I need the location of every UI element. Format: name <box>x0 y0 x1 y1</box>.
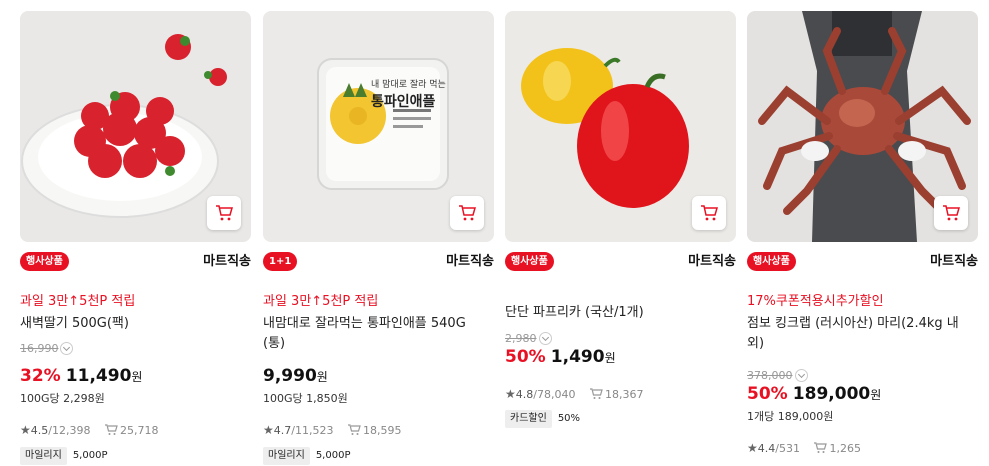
chevron-down-icon[interactable] <box>60 342 73 355</box>
cart-count: 1,265 <box>829 442 861 455</box>
product-name[interactable]: 점보 킹크랩 (러시아산) 마리(2.4kg 내외) <box>747 314 975 354</box>
cart-count: 18,595 <box>362 424 402 437</box>
cart-icon <box>943 205 960 221</box>
sale-price: 1,490 <box>550 347 605 367</box>
unit-price: 1개당 189,000원 <box>747 410 834 423</box>
stats-row: ★4.5/12,398 25,718 <box>20 423 158 438</box>
event-badge: 1+1 <box>263 252 298 271</box>
benefit-chip: 마일리지 <box>263 447 310 465</box>
product-image[interactable]: 내 맘대로 잘라 먹는 통파인애플 <box>263 11 494 242</box>
seller-label: 마트직송 <box>688 254 736 269</box>
add-to-cart-button[interactable] <box>692 196 726 230</box>
benefit-row: 마일리지 5,000P <box>20 447 107 465</box>
discount-rate: 50% <box>747 384 788 404</box>
product-card[interactable]: 행사상품 마트직송 과일 3만↑5천P 적립 새벽딸기 500G(팩) 16,9… <box>20 11 251 466</box>
product-card[interactable]: 행사상품 마트직송 단단 파프리카 (국산/1개) 2,980 50% 1,49… <box>505 11 736 466</box>
badge-row: 행사상품 마트직송 <box>20 251 251 273</box>
rating-value: 4.7 <box>273 424 292 437</box>
add-to-cart-button[interactable] <box>207 196 241 230</box>
product-name[interactable]: 새벽딸기 500G(팩) <box>20 314 248 334</box>
stats-row: ★4.7/11,523 18,595 <box>263 423 401 438</box>
star-icon: ★ <box>263 423 274 437</box>
promo-text: 과일 3만↑5천P 적립 <box>263 294 379 309</box>
product-image[interactable] <box>747 11 978 242</box>
cart-count-icon <box>589 388 603 399</box>
seller-label: 마트직송 <box>446 254 494 269</box>
cart-icon <box>459 205 476 221</box>
badge-row: 행사상품 마트직송 <box>505 251 736 273</box>
benefit-row: 마일리지 5,000P <box>263 447 350 465</box>
event-badge: 행사상품 <box>20 252 69 271</box>
badge-row: 1+1 마트직송 <box>263 251 494 273</box>
add-to-cart-button[interactable] <box>450 196 484 230</box>
cart-count: 18,367 <box>604 388 644 401</box>
product-name[interactable]: 단단 파프리카 (국산/1개) <box>505 303 733 323</box>
review-count: /12,398 <box>48 424 91 437</box>
cart-icon <box>701 205 718 221</box>
benefit-chip: 마일리지 <box>20 447 67 465</box>
discount-rate: 50% <box>505 347 546 367</box>
product-grid: 행사상품 마트직송 과일 3만↑5천P 적립 새벽딸기 500G(팩) 16,9… <box>20 11 978 466</box>
product-image[interactable] <box>20 11 251 242</box>
currency-unit: 원 <box>604 351 616 365</box>
chevron-down-icon[interactable] <box>795 369 808 382</box>
benefit-value: 50% <box>557 413 581 424</box>
original-price: 16,990 <box>20 342 59 355</box>
original-price: 2,980 <box>505 332 537 345</box>
sale-price: 11,490 <box>65 366 132 386</box>
product-image[interactable] <box>505 11 736 242</box>
price-row: 50% 189,000원 <box>747 384 881 408</box>
unit-price: 100G당 1,850원 <box>263 392 348 405</box>
currency-unit: 원 <box>131 370 143 384</box>
star-icon: ★ <box>505 387 516 401</box>
product-card[interactable]: 내 맘대로 잘라 먹는 통파인애플 1+1 마트직송 과일 3만↑5천P 적립 … <box>263 11 494 466</box>
price-row: 32% 11,490원 <box>20 366 142 390</box>
sale-price: 9,990 <box>263 366 317 386</box>
rating-value: 4.8 <box>515 388 534 401</box>
seller-label: 마트직송 <box>930 254 978 269</box>
unit-price: 100G당 2,298원 <box>20 392 105 405</box>
currency-unit: 원 <box>316 370 328 384</box>
product-card[interactable]: 행사상품 마트직송 17%쿠폰적용시추가할인 점보 킹크랩 (러시아산) 마리(… <box>747 11 978 466</box>
stats-row: ★4.4/531 1,265 <box>747 441 861 456</box>
cart-count-icon <box>104 424 118 435</box>
cart-count: 25,718 <box>119 424 159 437</box>
cart-icon <box>216 205 233 221</box>
benefit-value: 5,000P <box>315 450 351 461</box>
chevron-down-icon[interactable] <box>539 332 552 345</box>
seller-label: 마트직송 <box>203 254 251 269</box>
cart-count-icon <box>347 424 361 435</box>
price-row: 9,990원 <box>263 366 328 390</box>
rating-value: 4.4 <box>757 442 776 455</box>
benefit-chip: 카드할인 <box>505 410 552 428</box>
promo-text: 17%쿠폰적용시추가할인 <box>747 294 884 309</box>
promo-text: 과일 3만↑5천P 적립 <box>20 294 136 309</box>
event-badge: 행사상품 <box>747 252 796 271</box>
sale-price: 189,000 <box>792 384 871 404</box>
stats-row: ★4.8/78,040 18,367 <box>505 387 643 402</box>
event-badge: 행사상품 <box>505 252 554 271</box>
badge-row: 행사상품 마트직송 <box>747 251 978 273</box>
rating-value: 4.5 <box>30 424 49 437</box>
add-to-cart-button[interactable] <box>934 196 968 230</box>
currency-unit: 원 <box>870 388 882 402</box>
review-count: /531 <box>775 442 800 455</box>
star-icon: ★ <box>20 423 31 437</box>
benefit-value: 5,000P <box>72 450 108 461</box>
benefit-row: 카드할인 50% <box>505 410 580 428</box>
original-price: 378,000 <box>747 369 793 382</box>
product-name[interactable]: 내맘대로 잘라먹는 통파인애플 540G (통) <box>263 314 491 354</box>
review-count: /11,523 <box>291 424 334 437</box>
price-row: 50% 1,490원 <box>505 347 616 371</box>
package-text-line2: 통파인애플 <box>371 94 436 110</box>
cart-count-icon <box>814 442 828 453</box>
star-icon: ★ <box>747 441 758 455</box>
discount-rate: 32% <box>20 366 61 386</box>
review-count: /78,040 <box>533 388 576 401</box>
package-text-line1: 내 맘대로 잘라 먹는 <box>371 80 446 90</box>
